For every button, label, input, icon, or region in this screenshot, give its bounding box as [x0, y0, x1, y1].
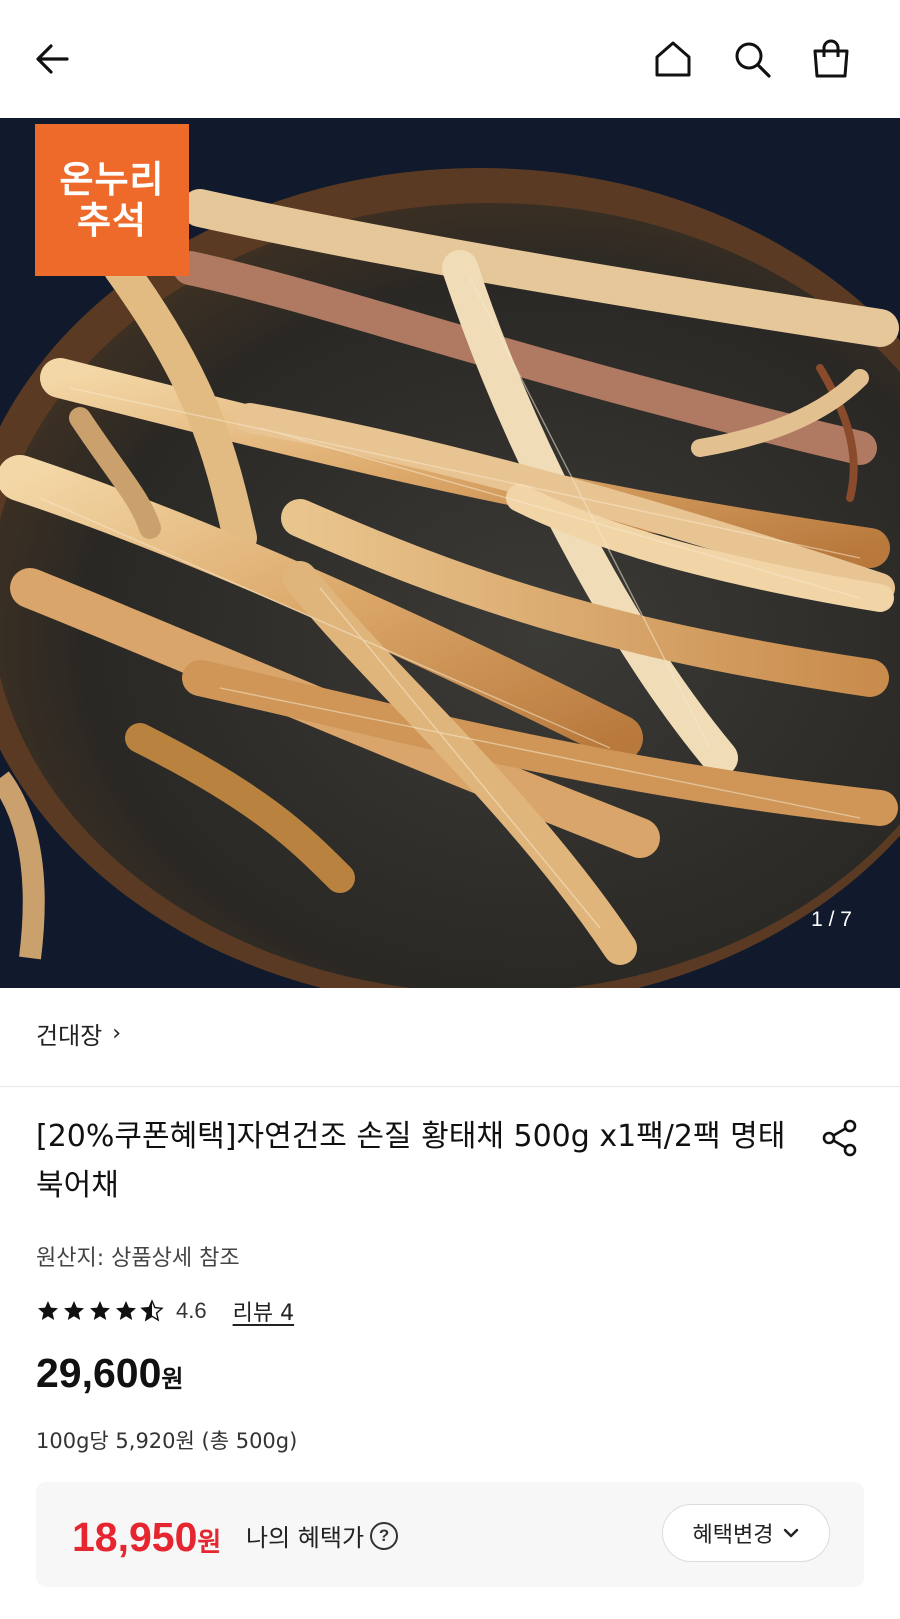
- star-icon: [116, 1301, 136, 1320]
- brand-link[interactable]: 건대장 ›: [36, 1016, 121, 1051]
- star-icon: [38, 1301, 58, 1320]
- benefit-label-row: 나의 혜택가 ?: [246, 1518, 399, 1553]
- benefit-price-unit: 원: [197, 1527, 222, 1557]
- image-pager: 1 / 7: [811, 908, 852, 931]
- benefit-price-value: 18,950: [72, 1514, 198, 1560]
- search-icon[interactable]: [727, 34, 777, 84]
- benefit-price-box: 18,950원 나의 혜택가 ? 혜택변경: [36, 1482, 864, 1587]
- unit-price: 100g당 5,920원 (총 500g): [36, 1429, 298, 1453]
- badge-line-2: 추석: [76, 199, 148, 242]
- star-icon: [90, 1301, 110, 1320]
- star-rating: [36, 1299, 164, 1323]
- benefit-label: 나의 혜택가: [246, 1524, 365, 1552]
- star-icon: [64, 1301, 84, 1320]
- price-unit: 원: [161, 1366, 184, 1393]
- chevron-down-icon: [784, 1528, 799, 1538]
- review-link[interactable]: 리뷰 4: [233, 1295, 294, 1327]
- help-icon[interactable]: ?: [370, 1521, 399, 1550]
- rating-row: 4.6 리뷰 4: [36, 1296, 294, 1326]
- benefit-price: 18,950원: [72, 1514, 221, 1561]
- change-benefit-button[interactable]: 혜택변경: [662, 1504, 830, 1562]
- badge-line-1: 온누리: [59, 157, 165, 201]
- share-icon[interactable]: [820, 1118, 860, 1158]
- onnuri-chuseok-badge: 온누리 추석: [35, 124, 189, 276]
- back-icon[interactable]: [28, 34, 78, 84]
- original-price: 29,600원: [36, 1350, 184, 1397]
- price-value: 29,600: [36, 1350, 162, 1396]
- divider: [0, 1086, 900, 1087]
- cart-icon[interactable]: [806, 34, 856, 84]
- top-nav-bar: [0, 0, 900, 118]
- home-icon[interactable]: [648, 34, 698, 84]
- origin-info: 원산지: 상품상세 참조: [36, 1246, 240, 1271]
- chevron-right-icon: ›: [112, 1021, 122, 1046]
- change-benefit-label: 혜택변경: [692, 1523, 774, 1548]
- half-star-icon: [140, 1299, 164, 1322]
- brand-name: 건대장: [36, 1022, 103, 1050]
- product-title: [20%쿠폰혜택]자연건조 손질 황태채 500g x1팩/2팩 명태 북어채: [36, 1119, 786, 1203]
- rating-value: 4.6: [176, 1298, 207, 1323]
